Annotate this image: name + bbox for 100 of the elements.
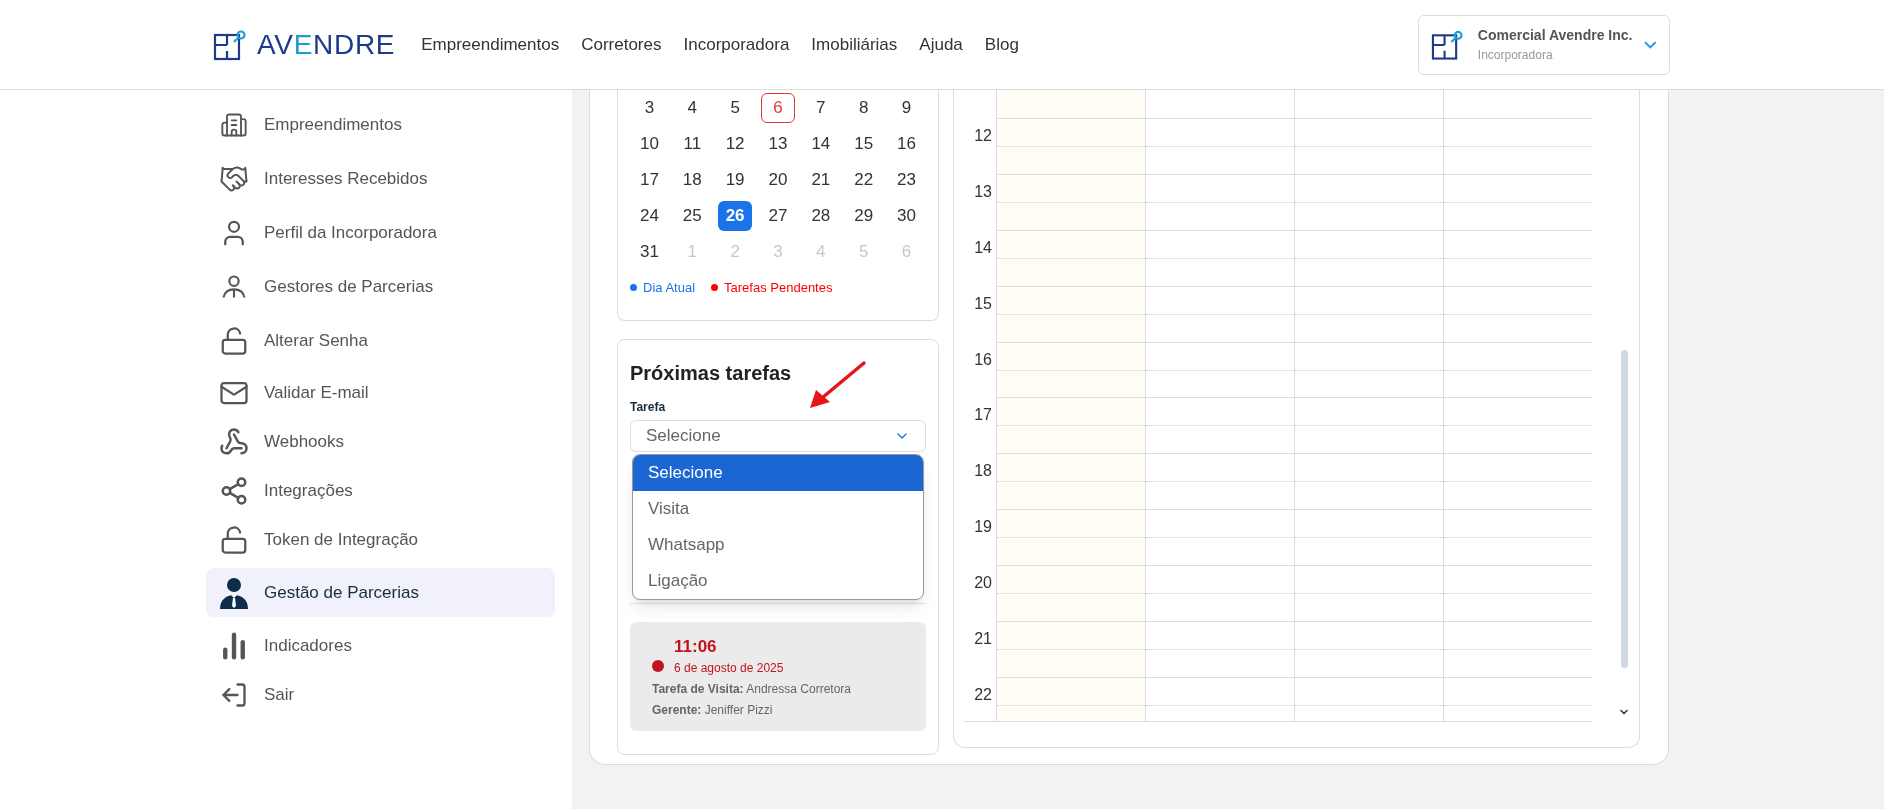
nav-link[interactable]: Empreendimentos bbox=[421, 31, 560, 58]
dropdown-option[interactable]: Selecione bbox=[633, 454, 923, 491]
time-slot[interactable] bbox=[996, 397, 1145, 454]
time-slot[interactable] bbox=[996, 565, 1145, 622]
time-slot[interactable] bbox=[1443, 509, 1592, 566]
time-slot[interactable] bbox=[1145, 285, 1294, 342]
calendar-day[interactable]: 6 bbox=[761, 93, 795, 123]
time-slot[interactable] bbox=[1294, 397, 1443, 454]
sidebar-item[interactable]: Gestão de Parcerias bbox=[206, 568, 555, 617]
time-slot[interactable] bbox=[1145, 453, 1294, 510]
time-slot[interactable] bbox=[996, 509, 1145, 566]
sidebar-item[interactable]: Alterar Senha bbox=[206, 314, 555, 368]
calendar-day[interactable]: 19 bbox=[718, 165, 753, 195]
time-slot[interactable] bbox=[1145, 621, 1294, 677]
time-slot[interactable] bbox=[1145, 677, 1294, 721]
time-slot[interactable] bbox=[1443, 677, 1592, 721]
sidebar-item[interactable]: Empreendimentos bbox=[206, 98, 555, 152]
calendar-day[interactable]: 28 bbox=[803, 201, 838, 231]
calendar-day[interactable]: 21 bbox=[803, 165, 838, 195]
calendar-day[interactable]: 11 bbox=[675, 129, 710, 159]
sidebar-item[interactable]: Gestores de Parcerias bbox=[206, 260, 555, 314]
time-slot[interactable] bbox=[1145, 173, 1294, 230]
calendar-day[interactable]: 18 bbox=[675, 165, 710, 195]
nav-link[interactable]: Ajuda bbox=[919, 31, 963, 58]
task-card[interactable]: 11:06 6 de agosto de 2025 Tarefa de Visita: Andressa Corretora Gerente: Jeniffer Pizzi bbox=[630, 621, 926, 731]
sidebar-item[interactable]: Interesses Recebidos bbox=[206, 152, 555, 206]
dropdown-option[interactable]: Whatsapp bbox=[633, 526, 923, 563]
time-slot[interactable] bbox=[1443, 397, 1592, 454]
time-slot[interactable] bbox=[1145, 565, 1294, 622]
calendar-day[interactable]: 13 bbox=[761, 129, 795, 159]
time-slot[interactable] bbox=[1443, 285, 1592, 342]
time-slot[interactable] bbox=[1443, 229, 1592, 286]
calendar-day[interactable]: 25 bbox=[675, 201, 710, 231]
calendar-day[interactable]: 24 bbox=[632, 201, 667, 231]
time-slot[interactable] bbox=[996, 677, 1145, 721]
calendar-day[interactable]: 22 bbox=[846, 165, 881, 195]
calendar-day[interactable]: 29 bbox=[846, 201, 881, 231]
calendar-day[interactable]: 3 bbox=[632, 93, 667, 123]
time-slot[interactable] bbox=[996, 621, 1145, 677]
logo[interactable]: AVENDRE bbox=[257, 23, 396, 66]
dropdown-option[interactable]: Ligação bbox=[633, 562, 923, 599]
calendar-day[interactable]: 9 bbox=[889, 93, 924, 123]
calendar-day[interactable]: 23 bbox=[889, 165, 924, 195]
sidebar-item[interactable]: Integrações bbox=[206, 466, 555, 515]
time-slot[interactable] bbox=[1145, 229, 1294, 286]
calendar-day[interactable]: 5 bbox=[718, 93, 753, 123]
time-slot[interactable] bbox=[1294, 453, 1443, 510]
sidebar-item[interactable]: Validar E-mail bbox=[206, 368, 555, 417]
sidebar-item[interactable]: Webhooks bbox=[206, 417, 555, 466]
time-slot[interactable] bbox=[1443, 341, 1592, 398]
time-slot[interactable] bbox=[1294, 677, 1443, 721]
nav-link[interactable]: Imobiliárias bbox=[811, 31, 898, 58]
time-slot[interactable] bbox=[1294, 229, 1443, 286]
time-slot[interactable] bbox=[1294, 509, 1443, 566]
time-slot[interactable] bbox=[1145, 397, 1294, 454]
time-slot[interactable] bbox=[1443, 453, 1592, 510]
time-slot[interactable] bbox=[1294, 117, 1443, 174]
calendar-day[interactable]: 17 bbox=[632, 165, 667, 195]
time-slot[interactable] bbox=[996, 229, 1145, 286]
time-slot[interactable] bbox=[996, 285, 1145, 342]
sidebar-item[interactable]: Sair bbox=[206, 670, 555, 719]
sidebar-item[interactable]: Perfil da Incorporadora bbox=[206, 206, 555, 260]
time-slot[interactable] bbox=[1443, 565, 1592, 622]
calendar-day[interactable]: 8 bbox=[846, 93, 881, 123]
time-slot[interactable] bbox=[1294, 565, 1443, 622]
sidebar-item[interactable]: Token de Integração bbox=[206, 515, 555, 564]
time-slot[interactable] bbox=[1145, 117, 1294, 174]
time-slot[interactable] bbox=[1145, 509, 1294, 566]
time-slot[interactable] bbox=[996, 453, 1145, 510]
calendar-day[interactable]: 10 bbox=[632, 129, 667, 159]
time-slot[interactable] bbox=[1443, 117, 1592, 174]
calendar-day[interactable]: 7 bbox=[803, 93, 838, 123]
calendar-day[interactable]: 12 bbox=[718, 129, 753, 159]
calendar-day[interactable]: 30 bbox=[889, 201, 924, 231]
time-slot[interactable] bbox=[996, 173, 1145, 230]
time-slot[interactable] bbox=[1145, 341, 1294, 398]
time-slot[interactable] bbox=[996, 117, 1145, 174]
calendar-day[interactable]: 16 bbox=[889, 129, 924, 159]
time-slot[interactable] bbox=[1443, 621, 1592, 677]
calendar-day[interactable]: 14 bbox=[803, 129, 838, 159]
calendar-day[interactable]: 20 bbox=[761, 165, 795, 195]
calendar-day[interactable]: 26 bbox=[718, 201, 753, 231]
time-slot[interactable] bbox=[1294, 341, 1443, 398]
sidebar-item[interactable]: Indicadores bbox=[206, 621, 555, 670]
time-slot[interactable] bbox=[1294, 621, 1443, 677]
calendar-day[interactable]: 15 bbox=[846, 129, 881, 159]
scrollbar-thumb[interactable] bbox=[1620, 350, 1628, 668]
account-menu[interactable]: Comercial Avendre Inc. Incorporadora bbox=[1418, 14, 1670, 75]
dropdown-option[interactable]: Visita bbox=[633, 490, 923, 527]
time-slot[interactable] bbox=[996, 341, 1145, 398]
time-slot[interactable] bbox=[1294, 173, 1443, 230]
calendar-day[interactable]: 27 bbox=[761, 201, 795, 231]
time-slot[interactable] bbox=[1443, 173, 1592, 230]
time-slot[interactable] bbox=[996, 90, 1145, 118]
calendar-day[interactable]: 31 bbox=[632, 237, 667, 267]
nav-link[interactable]: Blog bbox=[984, 31, 1019, 58]
time-slot[interactable] bbox=[1294, 285, 1443, 342]
nav-link[interactable]: Incorporadora bbox=[683, 31, 790, 58]
task-select[interactable]: Selecione bbox=[630, 419, 926, 452]
nav-link[interactable]: Corretores bbox=[581, 31, 662, 58]
